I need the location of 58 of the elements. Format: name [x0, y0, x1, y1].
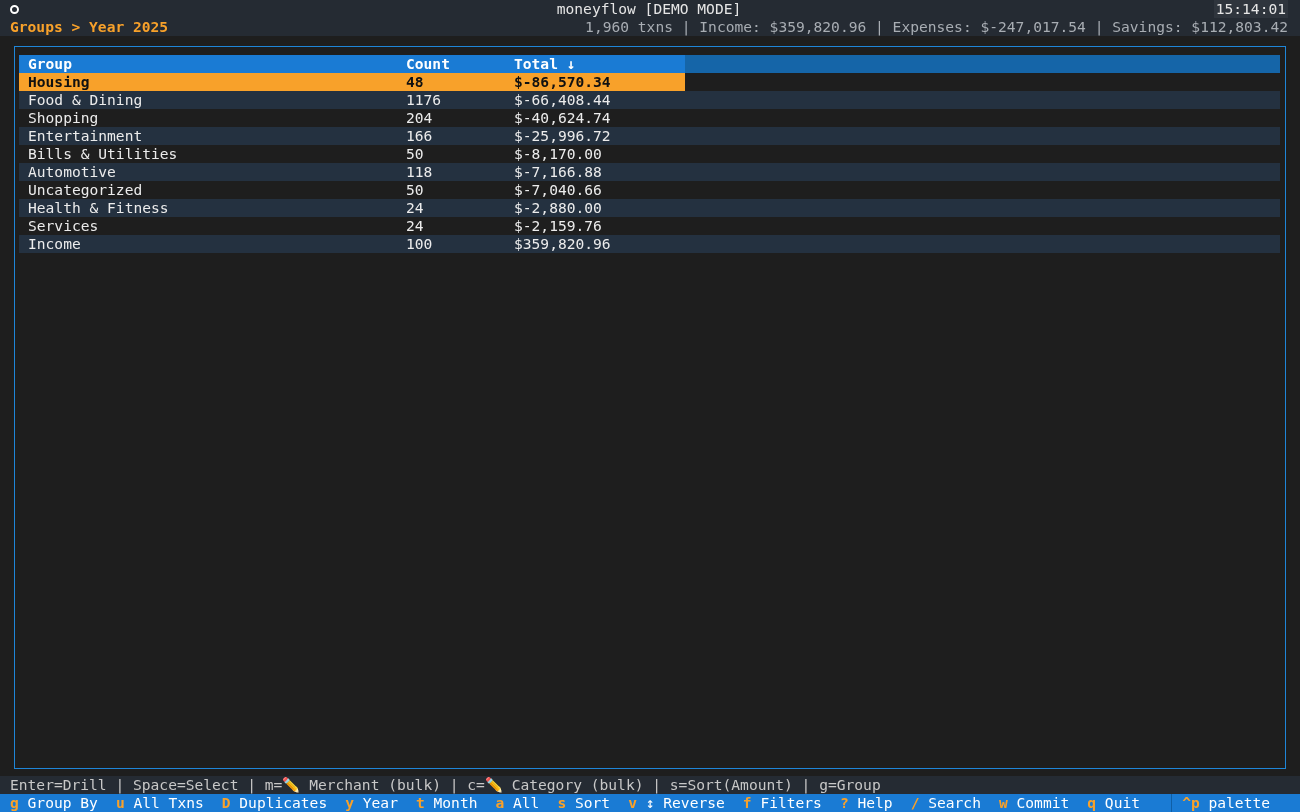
- shortcut[interactable]: y Year: [345, 794, 398, 812]
- table-cell-text: 50: [405, 181, 425, 199]
- column-header[interactable]: Group: [19, 55, 397, 73]
- shortcut[interactable]: w Commit: [998, 794, 1070, 812]
- shortcut[interactable]: a All: [495, 794, 540, 812]
- shortcut[interactable]: ^p palette: [1171, 794, 1282, 812]
- table-cell-text: $359,820.96: [513, 235, 612, 253]
- table-row[interactable]: Food & Dining 1176 $-66,408.44: [19, 91, 1280, 109]
- shortcut[interactable]: D Duplicates: [221, 794, 328, 812]
- table-cell-text: Services: [27, 217, 100, 235]
- table-cell-text: Bills & Utilities: [27, 145, 179, 163]
- window-title: moneyflow [DEMO MODE]: [556, 0, 742, 18]
- table-cell-text: 50: [405, 145, 425, 163]
- table-row[interactable]: Automotive 118 $-7,166.88: [19, 163, 1280, 181]
- table-row[interactable]: Health & Fitness 24 $-2,880.00: [19, 199, 1280, 217]
- summary-text: 1,960 txns | Income: $359,820.96 | Expenses: $-247,017.54 | Savings: $112,803.42: [585, 18, 1288, 36]
- table-cell-text: $-8,170.00: [513, 145, 603, 163]
- table-cell-text: Entertainment: [27, 127, 144, 145]
- table-cell: Housing: [19, 73, 397, 91]
- shortcut[interactable]: g Group By: [10, 794, 98, 812]
- table-cell-text: $-2,880.00: [513, 199, 603, 217]
- shortcut[interactable]: ? Help: [839, 794, 893, 812]
- table-cell-text: 166: [405, 127, 434, 145]
- shortcut[interactable]: u All Txns: [115, 794, 204, 812]
- table-cell-text: 1176: [405, 91, 443, 109]
- table-cell: 48: [397, 73, 505, 91]
- table-row[interactable]: Income 100 $359,820.96: [19, 235, 1280, 253]
- table-cell-text: Health & Fitness: [27, 199, 170, 217]
- table-cell-text: $-40,624.74: [513, 109, 612, 127]
- clock: 15:14:01: [1213, 0, 1288, 18]
- shortcut[interactable]: / Search: [910, 794, 981, 812]
- table-cell-text: Income: [27, 235, 82, 253]
- table-cell-text: $-7,166.88: [513, 163, 603, 181]
- table-cell-text: Shopping: [27, 109, 100, 127]
- table-cell-text: 24: [405, 199, 425, 217]
- table-cell-text: 204: [405, 109, 434, 127]
- table-cell-text: Automotive: [27, 163, 117, 181]
- table-cell-text: $-25,996.72: [513, 127, 612, 145]
- circle-icon: [10, 4, 19, 14]
- breadcrumb: Groups > Year 2025: [10, 18, 169, 36]
- shortcut[interactable]: v ↕ Reverse: [628, 794, 725, 812]
- table-cell-text: Food & Dining: [27, 91, 144, 109]
- hint-text: Enter=Drill | Space=Select | m=✏ Merchant (bulk) | c=✏ Category (bulk) | s=Sort(Amount) | g=Group: [0, 776, 1300, 794]
- table-cell-text: $-66,408.44: [513, 91, 612, 109]
- table-cell-text: $-7,040.66: [513, 181, 603, 199]
- table-cell-text: 24: [405, 217, 425, 235]
- table-cell-text: $-2,159.76: [513, 217, 603, 235]
- shortcut[interactable]: q Quit: [1087, 794, 1140, 812]
- table-cell-text: Uncategorized: [27, 181, 144, 199]
- table-row[interactable]: Entertainment 166 $-25,996.72: [19, 127, 1280, 145]
- table-cell-text: 100: [405, 235, 434, 253]
- table-cell-text: 118: [405, 163, 434, 181]
- shortcut[interactable]: s Sort: [557, 794, 611, 812]
- column-header[interactable]: Total ↓: [505, 55, 685, 73]
- shortcut[interactable]: f Filters: [742, 794, 822, 812]
- table-cell: $-86,570.34: [505, 73, 685, 91]
- shortcut[interactable]: t Month: [415, 794, 478, 812]
- column-header[interactable]: Count: [397, 55, 505, 73]
